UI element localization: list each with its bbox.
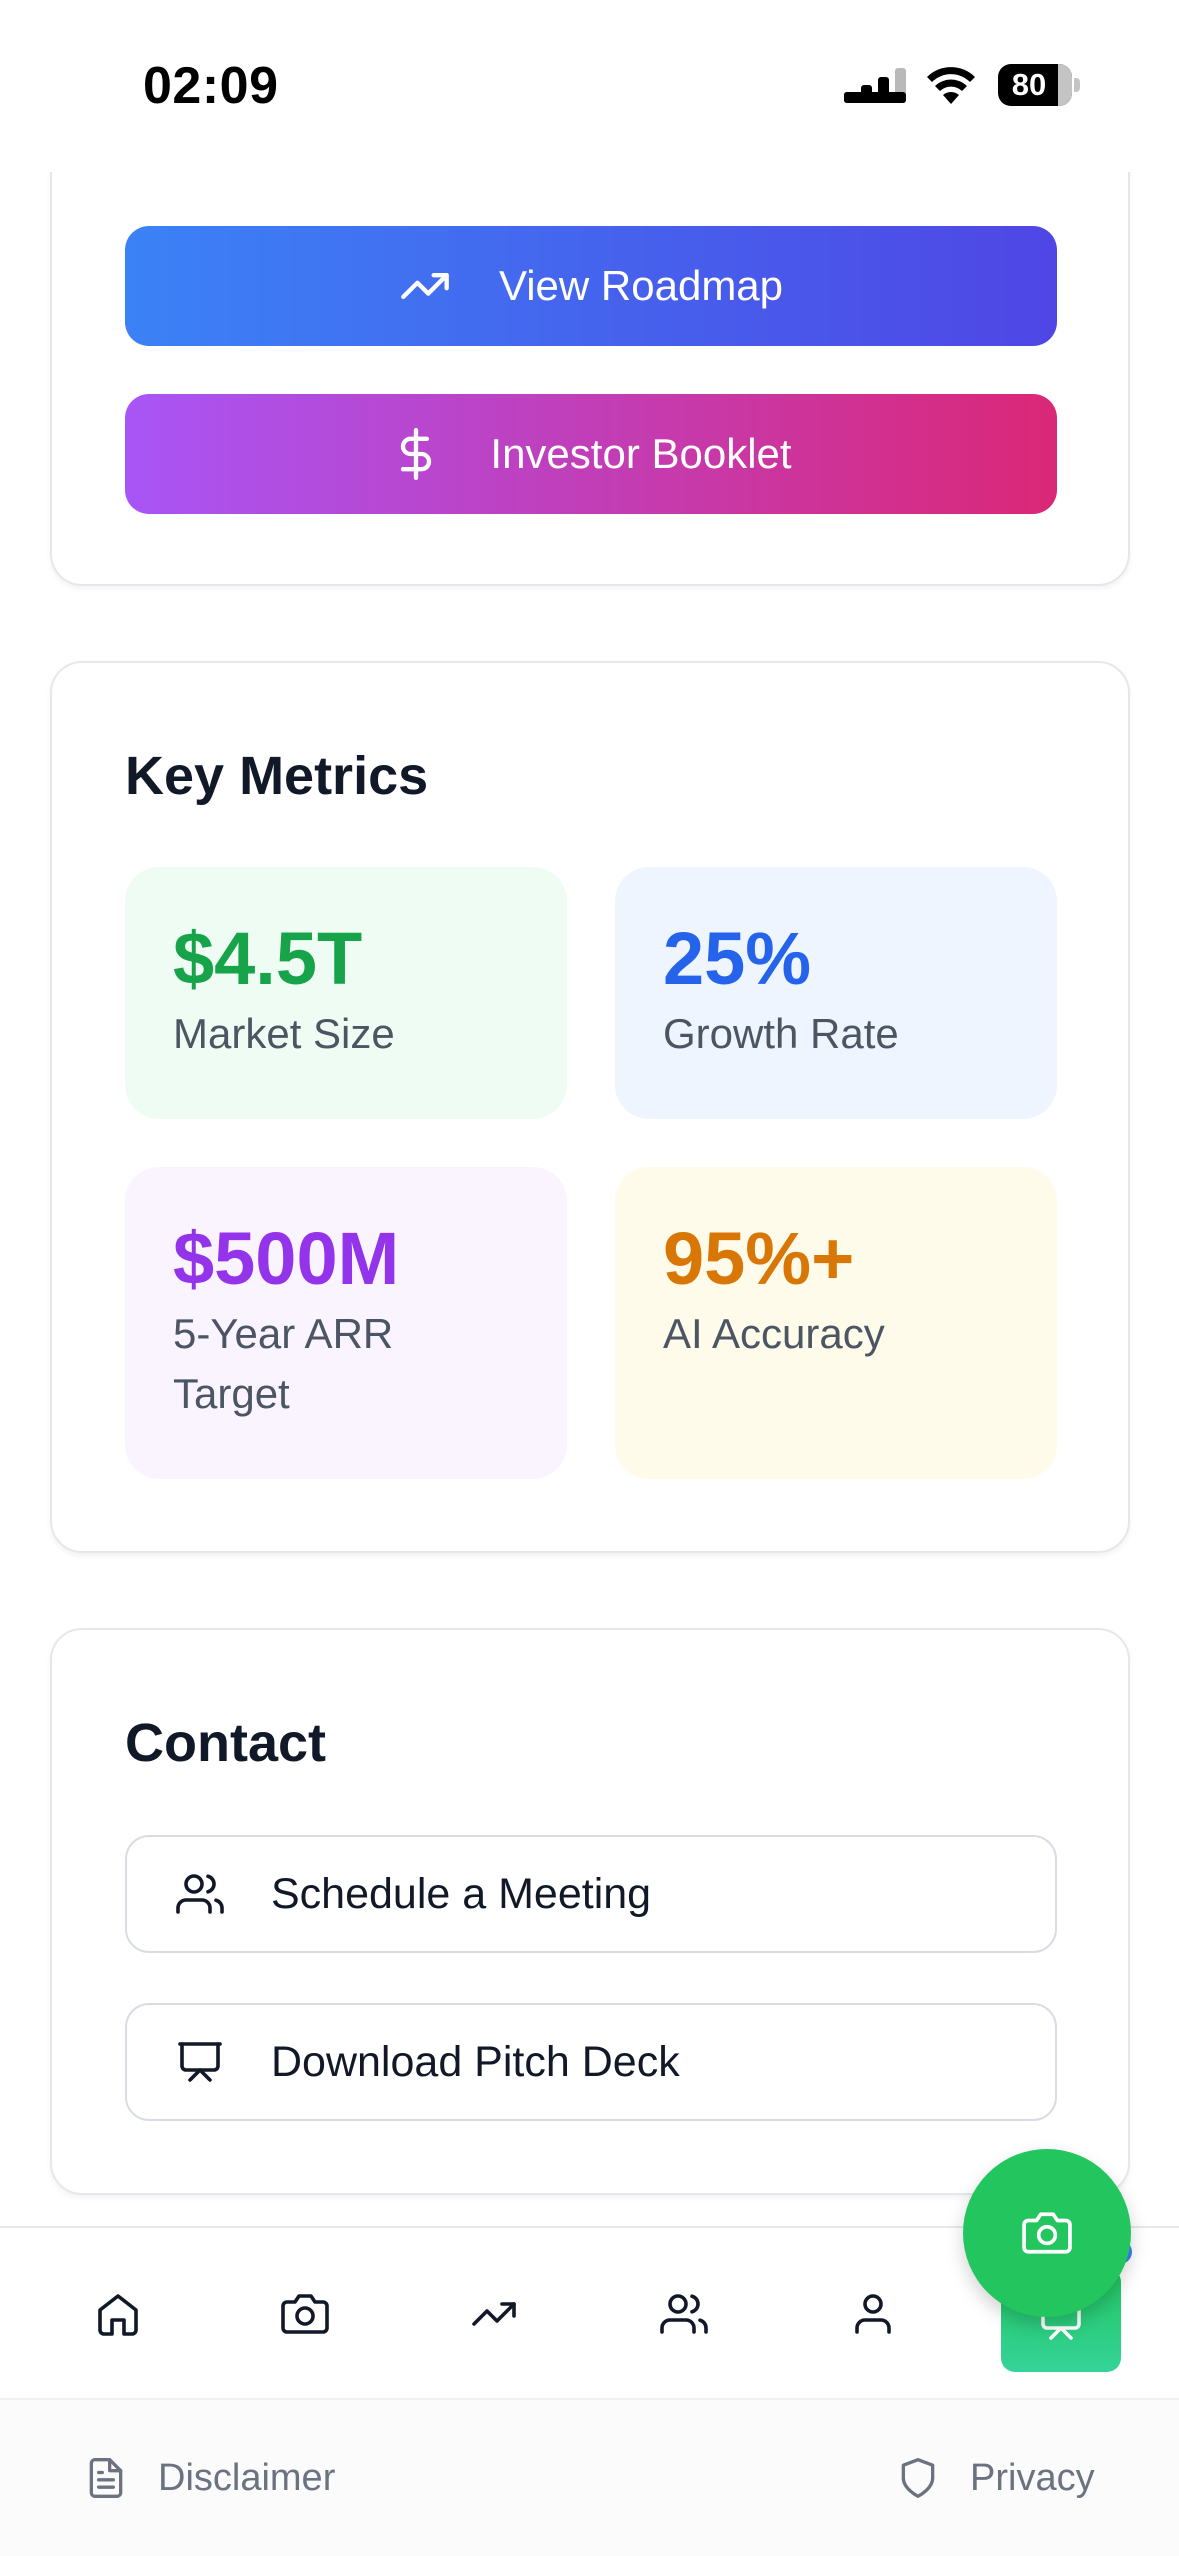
disclaimer-label: Disclaimer — [158, 2456, 336, 2499]
battery-level: 80 — [1011, 67, 1047, 102]
metric-value: 95%+ — [663, 1217, 855, 1300]
metric-value: $500M — [173, 1217, 400, 1300]
metric-arr-target: $500M 5-Year ARR Target — [125, 1167, 567, 1479]
metric-label: 5-Year ARR Target — [173, 1310, 394, 1417]
download-pitch-deck-label: Download Pitch Deck — [271, 2037, 680, 2086]
metric-label: Market Size — [173, 1010, 395, 1057]
app-screen: 02:09 80 View Roadmap Investor Booklet K… — [0, 0, 1179, 2556]
wifi-icon — [927, 67, 975, 104]
shield-icon — [896, 2456, 940, 2500]
investor-booklet-button[interactable]: Investor Booklet — [125, 394, 1057, 514]
nav-home-icon[interactable] — [92, 2288, 144, 2340]
metric-growth-rate: 25% Growth Rate — [615, 867, 1057, 1119]
footer: Disclaimer Privacy — [0, 2398, 1179, 2556]
schedule-meeting-label: Schedule a Meeting — [271, 1869, 652, 1918]
status-bar: 02:09 80 — [0, 0, 1179, 172]
presentation-icon — [175, 2037, 225, 2087]
investor-booklet-label: Investor Booklet — [490, 430, 792, 477]
nav-users-icon[interactable] — [658, 2288, 710, 2340]
battery-icon: 80 — [998, 64, 1080, 106]
contact-card: Contact Schedule a Meeting Download Pitc… — [50, 1628, 1130, 2195]
users-icon — [175, 1869, 225, 1919]
camera-fab-button[interactable] — [963, 2149, 1131, 2317]
dollar-icon — [390, 428, 442, 480]
metric-label: AI Accuracy — [663, 1310, 885, 1357]
contact-title: Contact — [125, 1713, 326, 1773]
view-roadmap-button[interactable]: View Roadmap — [125, 226, 1057, 346]
document-icon — [84, 2456, 128, 2500]
privacy-label: Privacy — [970, 2456, 1095, 2499]
privacy-link[interactable]: Privacy — [896, 2456, 1095, 2500]
nav-user-icon[interactable] — [847, 2288, 899, 2340]
view-roadmap-label: View Roadmap — [498, 262, 784, 309]
metric-value: 25% — [663, 917, 812, 1000]
metric-value: $4.5T — [173, 917, 363, 1000]
signal-icon — [844, 68, 906, 103]
key-metrics-title: Key Metrics — [125, 746, 429, 806]
key-metrics-card: Key Metrics $4.5T Market Size 25% Growth… — [50, 661, 1130, 1553]
actions-card: View Roadmap Investor Booklet — [50, 120, 1130, 586]
trending-up-icon — [399, 260, 451, 312]
status-time: 02:09 — [143, 57, 279, 115]
nav-camera-icon[interactable] — [279, 2288, 331, 2340]
metric-label: Growth Rate — [663, 1010, 899, 1057]
schedule-meeting-button[interactable]: Schedule a Meeting — [125, 1835, 1057, 1953]
metric-market-size: $4.5T Market Size — [125, 867, 567, 1119]
disclaimer-link[interactable]: Disclaimer — [84, 2456, 335, 2500]
metric-ai-accuracy: 95%+ AI Accuracy — [615, 1167, 1057, 1479]
download-pitch-deck-button[interactable]: Download Pitch Deck — [125, 2003, 1057, 2121]
camera-icon — [1022, 2208, 1072, 2258]
nav-trending-up-icon[interactable] — [468, 2288, 520, 2340]
